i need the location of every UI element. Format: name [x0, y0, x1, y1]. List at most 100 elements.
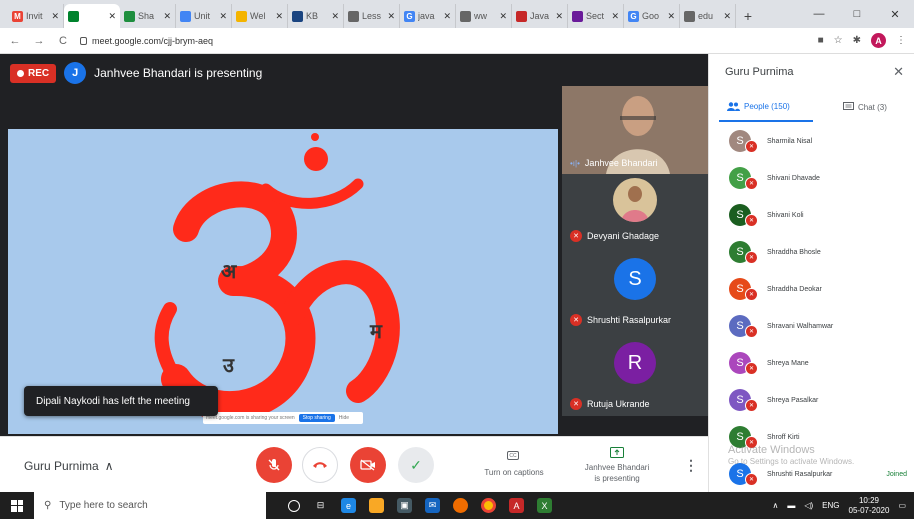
cortana-icon[interactable] — [288, 499, 300, 512]
close-tab-icon[interactable]: ✕ — [667, 11, 675, 22]
close-window-button[interactable]: ✕ — [876, 0, 914, 28]
clock-date: 05-07-2020 — [848, 505, 890, 515]
presenting-label-name: Janhvee Bhandari — [584, 463, 650, 472]
participant-row[interactable]: S ✕ Shreya Pasalkar — [709, 385, 914, 415]
recording-badge: REC — [10, 63, 57, 83]
profile-avatar[interactable]: A — [871, 33, 886, 48]
participant-row[interactable]: S ✕ Shivani Dhavade — [709, 163, 914, 193]
extensions-icon[interactable]: ✱ — [853, 35, 861, 46]
tab-chat[interactable]: Chat (3) — [843, 102, 887, 112]
mic-off-icon: ✕ — [745, 288, 758, 301]
present-screen-icon[interactable] — [610, 447, 624, 458]
excel-icon[interactable]: X — [537, 498, 552, 513]
notifications-icon[interactable]: ▭ — [898, 501, 906, 510]
meeting-name: Guru Purnima — [24, 459, 99, 473]
participant-row[interactable]: S ✕ Shraddha Deokar — [709, 274, 914, 304]
new-tab-button[interactable]: + — [736, 4, 760, 28]
browser-tab[interactable]: KB ✕ — [288, 4, 344, 28]
participant-row[interactable]: S ✕ Shravani Walhamwar — [709, 311, 914, 341]
captions-icon[interactable]: CC — [507, 451, 519, 460]
tray-chevron-icon[interactable]: ∧ — [772, 501, 778, 510]
close-tab-icon[interactable]: ✕ — [611, 11, 619, 22]
leave-call-button[interactable] — [302, 447, 338, 483]
browser-tab[interactable]: Wel ✕ — [232, 4, 288, 28]
browser-tab-title: edu — [698, 11, 714, 21]
url-field[interactable]: meet.google.com/cjj-brym-aeq — [80, 36, 808, 46]
minimize-button[interactable]: — — [800, 0, 838, 28]
rutuja-avatar: R — [614, 342, 656, 384]
browser-tab[interactable]: edu ✕ — [680, 4, 736, 28]
reload-icon[interactable]: C — [56, 35, 70, 47]
browser-tab[interactable]: Java ✕ — [512, 4, 568, 28]
mic-toggle-button[interactable] — [256, 447, 292, 483]
camera-toggle-button[interactable] — [350, 447, 386, 483]
camera-icon[interactable]: ■ — [818, 35, 824, 46]
maximize-button[interactable]: □ — [838, 0, 876, 28]
mic-off-icon: ✕ — [745, 473, 758, 486]
volume-icon[interactable]: ◁) — [804, 501, 813, 510]
close-tab-icon[interactable]: ✕ — [163, 11, 171, 22]
browser-tab[interactable]: Sha ✕ — [120, 4, 176, 28]
close-tab-icon[interactable]: ✕ — [219, 11, 227, 22]
close-tab-icon[interactable]: ✕ — [443, 11, 451, 22]
taskbar-search[interactable]: ⚲ Type here to search — [34, 492, 266, 519]
presenting-status[interactable]: Janhvee Bhandari is presenting — [572, 462, 662, 484]
browser-tab[interactable]: G Goo ✕ — [624, 4, 680, 28]
start-button[interactable] — [0, 492, 34, 519]
language-indicator[interactable]: ENG — [822, 501, 839, 510]
gmail-icon: M — [12, 10, 23, 22]
edge-icon[interactable]: e — [341, 498, 356, 513]
globe-icon — [684, 10, 695, 22]
mail-icon[interactable]: ✉ — [425, 498, 440, 513]
stop-sharing-button[interactable]: Stop sharing — [298, 414, 335, 422]
left-meeting-toast: Dipali Naykodi has left the meeting — [24, 386, 218, 416]
browser-tab[interactable]: Less ✕ — [344, 4, 400, 28]
menu-icon[interactable]: ⋮ — [896, 35, 906, 46]
google-icon: G — [404, 10, 415, 22]
browser-tab[interactable]: ✕ — [64, 4, 120, 28]
browser-tab[interactable]: Sect ✕ — [568, 4, 624, 28]
close-tab-icon[interactable]: ✕ — [555, 11, 563, 22]
hang-up-icon — [313, 462, 327, 468]
tile-rutuja[interactable]: R ✕ Rutuja Ukrande — [562, 332, 708, 416]
participant-row[interactable]: S ✕ Shraddha Bhosle — [709, 237, 914, 267]
browser-tab[interactable]: Gjava ✕ — [400, 4, 456, 28]
close-tab-icon[interactable]: ✕ — [51, 11, 59, 22]
browser-tab[interactable]: ww ✕ — [456, 4, 512, 28]
participant-name: Shraddha Bhosle — [767, 248, 821, 256]
tab-people[interactable]: People (150) — [727, 102, 790, 111]
participant-row[interactable]: S ✕ Sharmila Nisal — [709, 126, 914, 156]
network-icon[interactable]: ▬ — [787, 501, 795, 510]
close-tab-icon[interactable]: ✕ — [275, 11, 283, 22]
more-options-icon[interactable]: ⋮ — [684, 457, 698, 474]
star-icon[interactable]: ☆ — [834, 35, 843, 46]
tile-devyani[interactable]: ✕ Devyani Ghadage — [562, 174, 708, 248]
close-tab-icon[interactable]: ✕ — [387, 11, 395, 22]
browser-tab[interactable]: M Invit ✕ — [8, 4, 64, 28]
chrome-icon[interactable] — [481, 498, 496, 513]
devanagari-a: अ — [221, 261, 237, 283]
participant-row[interactable]: S ✕ Shivani Koli — [709, 200, 914, 230]
firefox-icon[interactable] — [453, 498, 468, 513]
captions-button-label[interactable]: Turn on captions — [472, 467, 556, 478]
meeting-details-button[interactable]: Guru Purnima ∧ — [24, 459, 114, 473]
mic-off-icon: ✕ — [745, 362, 758, 375]
close-tab-icon[interactable]: ✕ — [108, 11, 116, 22]
task-view-icon[interactable]: ⊟ — [313, 498, 328, 513]
participant-row[interactable]: S ✕ Shreya Mane — [709, 348, 914, 378]
tile-janhvee[interactable]: •ı|• Janhvee Bhandari — [562, 86, 708, 174]
hide-share-bar-button[interactable]: Hide — [339, 415, 349, 421]
clock[interactable]: 10:29 05-07-2020 — [849, 496, 890, 516]
tile-shrushti[interactable]: S ✕ Shrushti Rasalpurkar — [562, 248, 708, 332]
close-tab-icon[interactable]: ✕ — [723, 11, 731, 22]
store-icon[interactable]: ▣ — [397, 498, 412, 513]
close-panel-icon[interactable]: ✕ — [893, 64, 904, 80]
forward-icon[interactable]: → — [32, 35, 46, 47]
browser-tab[interactable]: Unit ✕ — [176, 4, 232, 28]
present-confirm-button[interactable]: ✓ — [398, 447, 434, 483]
close-tab-icon[interactable]: ✕ — [331, 11, 339, 22]
close-tab-icon[interactable]: ✕ — [499, 11, 507, 22]
back-icon[interactable]: ← — [8, 35, 22, 47]
file-explorer-icon[interactable] — [369, 498, 384, 513]
acrobat-icon[interactable]: A — [509, 498, 524, 513]
